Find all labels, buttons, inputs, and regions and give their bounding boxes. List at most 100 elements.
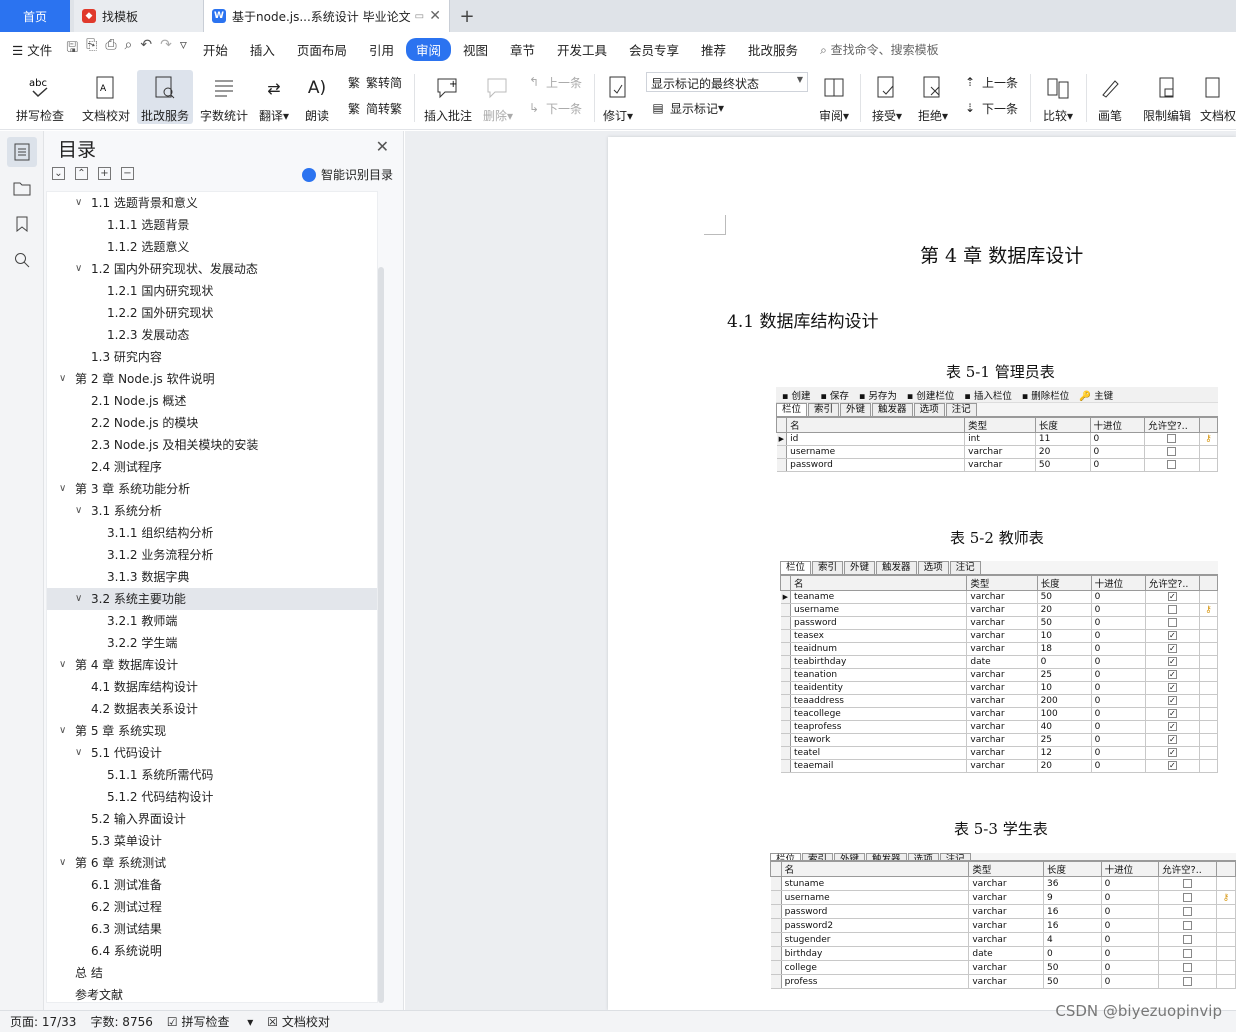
toc-item[interactable]: ∨ 第 5 章 系统实现 [47, 720, 377, 742]
chevron-down-icon[interactable]: ∨ [75, 258, 82, 280]
word-count-button[interactable]: 字数统计 [197, 70, 251, 124]
track-changes-button[interactable]: 修订▾ [600, 70, 636, 124]
toc-item[interactable]: 5.2 输入界面设计 [47, 808, 377, 830]
chevron-down-icon[interactable]: ∨ [75, 500, 82, 522]
toc-item[interactable]: 1.2.1 国内研究现状 [47, 280, 377, 302]
grading-button[interactable]: 批改服务 [137, 70, 193, 124]
file-menu[interactable]: ☰ 文件 [12, 40, 52, 59]
chevron-down-icon[interactable]: ∨ [59, 654, 66, 676]
document-page[interactable]: 第 4 章 数据库设计 4.1 数据库结构设计 表 5-1 管理员表 ▪ 创建 ▪… [608, 137, 1236, 1010]
tab-document[interactable]: W 基于node.js...系统设计 毕业论文 ▭ ✕ [204, 0, 450, 32]
toc-item[interactable]: 1.3 研究内容 [47, 346, 377, 368]
toc-pane-icon[interactable] [7, 137, 37, 167]
toc-item[interactable]: 6.3 测试结果 [47, 918, 377, 940]
menu-recommend[interactable]: 推荐 [701, 40, 726, 59]
preview-icon[interactable]: ⌕ [125, 37, 133, 61]
word-count[interactable]: 字数: 8756 [90, 1013, 152, 1030]
spell-check-button[interactable]: abc 拼写检查 [10, 70, 70, 124]
prev-change-button[interactable]: ⇡ 上一条 [962, 72, 1018, 92]
spell-check-status[interactable]: ☑ 拼写检查 ▾ [167, 1013, 253, 1030]
pen-button[interactable]: 画笔 [1094, 70, 1126, 124]
toc-item[interactable]: 2.2 Node.js 的模块 [47, 412, 377, 434]
toc-item[interactable]: 3.1.1 组织结构分析 [47, 522, 377, 544]
bookmark-icon[interactable] [7, 209, 37, 239]
restrict-edit-button[interactable]: 限制编辑 [1140, 70, 1194, 124]
toc-item[interactable]: ∨ 第 3 章 系统功能分析 [47, 478, 377, 500]
insert-comment-button[interactable]: + 插入批注 [422, 70, 474, 124]
export-icon[interactable]: ⎘ [86, 37, 97, 61]
menu-insert[interactable]: 插入 [250, 40, 275, 59]
menu-view[interactable]: 视图 [463, 40, 488, 59]
menu-devtools[interactable]: 开发工具 [557, 40, 607, 59]
toc-item[interactable]: 1.1.1 选题背景 [47, 214, 377, 236]
toc-item[interactable]: ∨ 3.1 系统分析 [47, 500, 377, 522]
toc-item[interactable]: 5.1.2 代码结构设计 [47, 786, 377, 808]
menu-review[interactable]: 审阅 [405, 37, 451, 61]
toc-item[interactable]: 6.4 系统说明 [47, 940, 377, 962]
collapse-icon[interactable]: ⌃ [75, 167, 88, 180]
next-change-button[interactable]: ⇣ 下一条 [962, 98, 1018, 118]
toc-item[interactable]: 5.1.1 系统所需代码 [47, 764, 377, 786]
tab-template[interactable]: ◆ 找模板 [74, 0, 204, 32]
review-pane-button[interactable]: 审阅▾ [816, 70, 852, 124]
read-aloud-button[interactable]: A) 朗读 [300, 70, 334, 124]
toc-item[interactable]: 6.2 测试过程 [47, 896, 377, 918]
minus-icon[interactable]: − [121, 167, 134, 180]
translate-button[interactable]: ⇄ 翻译▾ [256, 70, 292, 124]
save-icon[interactable]: 🖫 [66, 37, 78, 61]
chevron-down-icon[interactable]: ∨ [59, 852, 66, 874]
toc-item[interactable]: 3.1.3 数据字典 [47, 566, 377, 588]
accept-button[interactable]: 接受▾ [868, 70, 906, 124]
smart-toc-button[interactable]: 智能识别目录 [301, 166, 393, 183]
print-icon[interactable]: ⎙ [105, 37, 116, 61]
toc-item[interactable]: 1.2.3 发展动态 [47, 324, 377, 346]
new-tab-button[interactable]: + [450, 0, 484, 32]
chapter-nav-icon[interactable] [7, 173, 37, 203]
command-search[interactable]: ⌕ 查找命令、搜索模板 [820, 41, 939, 58]
toc-item[interactable]: 6.1 测试准备 [47, 874, 377, 896]
toc-item[interactable]: 1.1.2 选题意义 [47, 236, 377, 258]
undo-icon[interactable]: ↶ [140, 37, 152, 61]
chevron-down-icon[interactable]: ∨ [75, 588, 82, 610]
markup-state-select[interactable]: 显示标记的最终状态 ▼ [646, 72, 808, 92]
toc-item[interactable]: 3.2.1 教师端 [47, 610, 377, 632]
close-icon[interactable]: ✕ [376, 137, 389, 156]
toc-item[interactable]: 总 结 [47, 962, 377, 984]
close-icon[interactable]: ✕ [429, 8, 441, 24]
chevron-down-icon[interactable]: ∨ [59, 368, 66, 390]
toc-item[interactable]: ∨ 第 2 章 Node.js 软件说明 [47, 368, 377, 390]
toc-item[interactable]: 4.1 数据库结构设计 [47, 676, 377, 698]
show-markup-button[interactable]: ▤ 显示标记 ▾ [650, 98, 724, 118]
redo-icon[interactable]: ↷ [160, 37, 172, 61]
simp-to-trad-button[interactable]: 繁简转繁 [346, 98, 402, 118]
toc-item[interactable]: ∨ 1.1 选题背景和意义 [47, 192, 377, 214]
toc-item[interactable]: ∨ 3.2 系统主要功能 [47, 588, 377, 610]
toc-item[interactable]: 3.2.2 学生端 [47, 632, 377, 654]
toc-scrollbar[interactable] [378, 267, 384, 1003]
toc-item[interactable]: ∨ 1.2 国内外研究现状、发展动态 [47, 258, 377, 280]
trad-to-simp-button[interactable]: 繁繁转简 [346, 72, 402, 92]
menu-layout[interactable]: 页面布局 [297, 40, 347, 59]
toc-item[interactable]: ∨ 5.1 代码设计 [47, 742, 377, 764]
chevron-down-icon[interactable]: ∨ [59, 720, 66, 742]
toc-item[interactable]: 2.1 Node.js 概述 [47, 390, 377, 412]
toc-item[interactable]: 3.1.2 业务流程分析 [47, 544, 377, 566]
expand-icon[interactable]: ⌄ [52, 167, 65, 180]
menu-chapter[interactable]: 章节 [510, 40, 535, 59]
toc-item[interactable]: ∨ 第 4 章 数据库设计 [47, 654, 377, 676]
chevron-down-icon[interactable]: ∨ [75, 192, 82, 214]
more-icon[interactable]: ▿ [180, 37, 187, 61]
reject-button[interactable]: 拒绝▾ [914, 70, 952, 124]
chevron-down-icon[interactable]: ∨ [75, 742, 82, 764]
menu-reference[interactable]: 引用 [369, 40, 394, 59]
menu-member[interactable]: 会员专享 [629, 40, 679, 59]
doc-check-button[interactable]: A 文档校对 [78, 70, 134, 124]
page-indicator[interactable]: 页面: 17/33 [10, 1013, 76, 1030]
compare-button[interactable]: 比较▾ [1038, 70, 1078, 124]
tab-home[interactable]: 首页 [0, 0, 70, 32]
doc-permission-button[interactable]: 文档权 [1200, 70, 1236, 124]
chevron-down-icon[interactable]: ∨ [59, 478, 66, 500]
delete-comment-button[interactable]: 删除▾ [480, 70, 516, 124]
toc-item[interactable]: 2.3 Node.js 及相关模块的安装 [47, 434, 377, 456]
plus-icon[interactable]: + [98, 167, 111, 180]
